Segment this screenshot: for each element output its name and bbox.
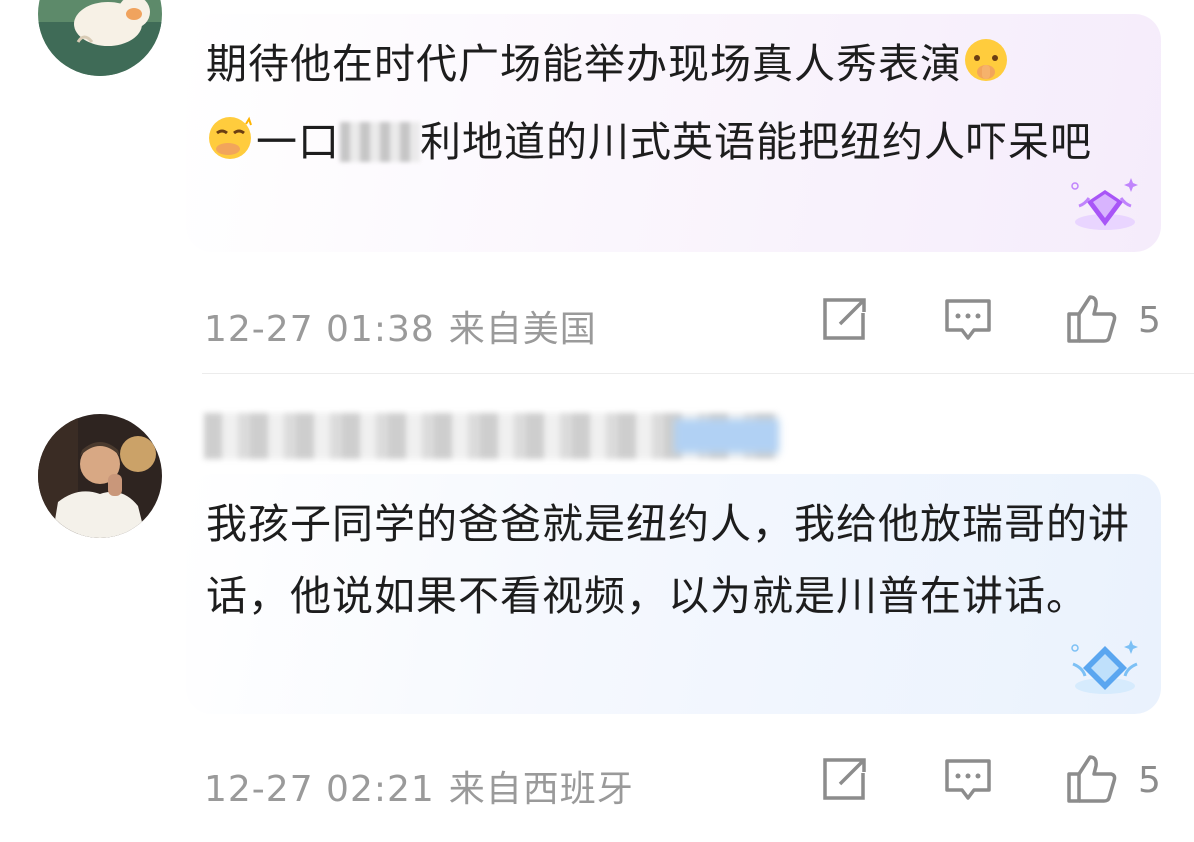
shushing-face-emoji [962,34,1010,106]
comment-text: 期待他在时代广场能举办现场真人秀表演 一口 利地道的川式英语能把纽约人吓呆吧 [206,28,1137,184]
thumbs-up-icon[interactable] [1066,294,1118,348]
comment-bubble: 我孩子同学的爸爸就是纽约人，我给他放瑞哥的讲话，他说如果不看视频，以为就是川普在… [186,474,1161,714]
comment-location: 来自美国 [448,309,597,350]
person-avatar-icon [38,414,162,538]
comment-time: 12-27 02:21 [204,769,435,810]
like-count: 5 [1138,760,1161,801]
thumbs-up-icon[interactable] [1066,754,1118,808]
cat-avatar-icon [38,0,162,76]
smirk-face-emoji [206,112,256,184]
redacted-username [204,413,779,459]
blurred-text [340,122,420,162]
like-count: 5 [1138,300,1161,341]
comment-icon[interactable] [944,298,992,346]
comment-meta: 12-27 02:21 来自西班牙 [204,760,634,812]
comment-icon[interactable] [944,758,992,806]
purple-diamond-badge-icon [1065,172,1145,246]
comment-bubble: 期待他在时代广场能举办现场真人秀表演 一口 利地道的川式英语能把纽约人吓呆吧 [186,14,1161,252]
comment-location: 来自西班牙 [448,769,634,810]
user-avatar[interactable] [38,0,162,76]
blue-diamond-badge-icon [1065,634,1145,708]
share-icon[interactable] [822,297,868,345]
comment-text: 我孩子同学的爸爸就是纽约人，我给他放瑞哥的讲话，他说如果不看视频，以为就是川普在… [206,500,1130,620]
share-icon[interactable] [822,757,868,805]
user-avatar[interactable] [38,414,162,538]
comment-meta: 12-27 01:38 来自美国 [204,300,597,352]
comment-time: 12-27 01:38 [204,309,435,350]
divider [202,373,1194,374]
